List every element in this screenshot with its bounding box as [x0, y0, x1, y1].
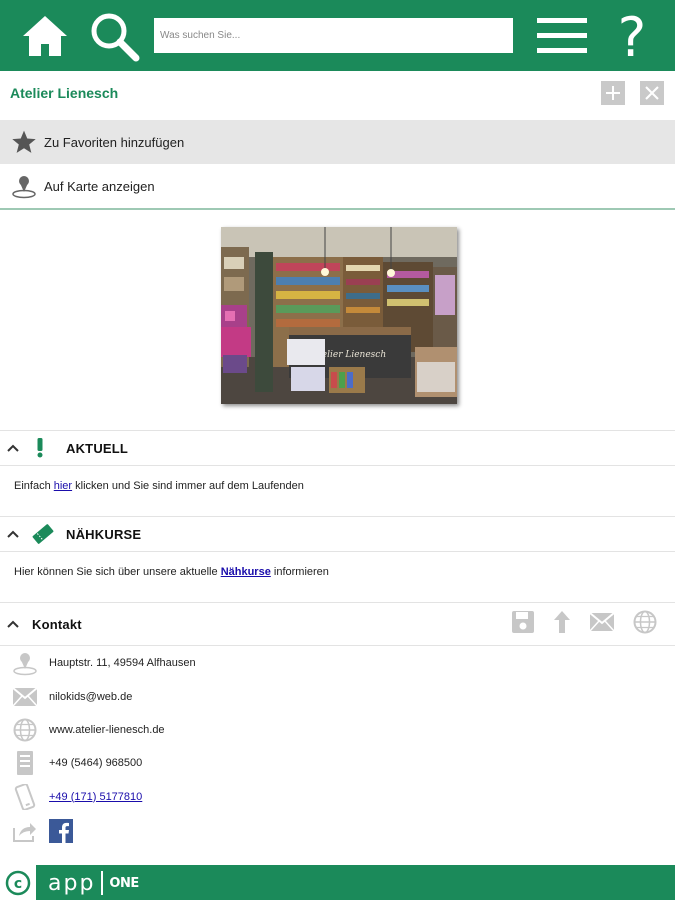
- brand-separator: [101, 871, 104, 895]
- star-icon: [11, 129, 37, 155]
- menu-icon[interactable]: [536, 10, 588, 62]
- search-input[interactable]: [154, 18, 513, 53]
- globe-icon[interactable]: [633, 610, 657, 639]
- chevron-up-icon: [6, 527, 20, 541]
- naehkurse-link[interactable]: Nähkurse: [221, 566, 271, 578]
- phone-icon: [12, 750, 38, 776]
- help-icon[interactable]: ?: [612, 10, 652, 62]
- title-bar: Atelier Lienesch: [0, 71, 675, 118]
- contact-mobile-row[interactable]: +49 (171) 5177810: [0, 780, 675, 813]
- exclamation-icon: [30, 438, 50, 458]
- map-pin-icon: [11, 173, 37, 199]
- globe-icon: [12, 717, 38, 743]
- share-icon[interactable]: [12, 818, 38, 844]
- copyright-icon: c: [5, 870, 31, 895]
- show-on-map-row[interactable]: Auf Karte anzeigen: [0, 164, 675, 208]
- naehkurse-section-header[interactable]: NÄHKURSE: [0, 516, 675, 552]
- aktuell-section-header[interactable]: AKTUELL: [0, 430, 675, 466]
- mail-icon: [12, 684, 38, 710]
- page-title: Atelier Lienesch: [10, 85, 119, 101]
- close-icon: [645, 86, 659, 100]
- aktuell-text-start: Einfach: [14, 480, 54, 492]
- shop-photo: Atelier Lienesch: [221, 227, 457, 404]
- aktuell-text-end: klicken und Sie sind immer auf dem Laufe…: [72, 480, 304, 492]
- appone-logo: app ONE: [48, 868, 139, 898]
- contact-phone: +49 (5464) 968500: [49, 756, 143, 769]
- home-icon[interactable]: [20, 10, 70, 62]
- ticket-icon: [30, 522, 56, 546]
- chevron-up-icon: [6, 617, 20, 631]
- chevron-up-icon: [6, 441, 20, 455]
- contact-website: www.atelier-lienesch.de: [49, 723, 165, 736]
- close-button[interactable]: [640, 81, 664, 105]
- kontakt-title: Kontakt: [32, 616, 82, 632]
- contact-email: nilokids@web.de: [49, 690, 133, 703]
- naehkurse-text-end: informieren: [270, 566, 329, 578]
- top-bar: ?: [0, 0, 675, 71]
- save-icon[interactable]: [511, 610, 535, 639]
- add-button[interactable]: [601, 81, 625, 105]
- kontakt-toolbar: [511, 603, 657, 645]
- search-icon[interactable]: [88, 10, 140, 62]
- facebook-icon[interactable]: [49, 818, 73, 843]
- map-pin-icon: [12, 650, 38, 676]
- contact-address: Hauptstr. 11, 49594 Alfhausen: [49, 656, 196, 669]
- aktuell-title: AKTUELL: [66, 440, 129, 456]
- add-to-favorites-label: Zu Favoriten hinzufügen: [44, 134, 185, 150]
- divider: [0, 208, 675, 210]
- contact-social-row: [0, 814, 675, 847]
- aktuell-text: Einfach hier klicken und Sie sind immer …: [14, 480, 304, 492]
- share-arrow-icon[interactable]: [553, 610, 571, 639]
- contact-address-row[interactable]: Hauptstr. 11, 49594 Alfhausen: [0, 646, 675, 679]
- mail-icon[interactable]: [589, 611, 615, 637]
- add-to-favorites-row[interactable]: Zu Favoriten hinzufügen: [0, 120, 675, 164]
- plus-icon: [606, 86, 620, 100]
- aktuell-link[interactable]: hier: [54, 480, 72, 492]
- naehkurse-text: Hier können Sie sich über unsere aktuell…: [14, 566, 329, 578]
- brand-app: app: [48, 870, 96, 896]
- mobile-phone-icon: [12, 783, 38, 810]
- naehkurse-text-start: Hier können Sie sich über unsere aktuell…: [14, 566, 221, 578]
- contact-website-row[interactable]: www.atelier-lienesch.de: [0, 713, 675, 746]
- footer: c app ONE: [0, 865, 675, 900]
- naehkurse-title: NÄHKURSE: [66, 526, 142, 542]
- show-on-map-label: Auf Karte anzeigen: [44, 178, 155, 194]
- contact-email-row[interactable]: nilokids@web.de: [0, 680, 675, 713]
- svg-text:?: ?: [618, 10, 647, 62]
- brand-one: ONE: [109, 875, 139, 891]
- svg-text:c: c: [14, 876, 22, 892]
- contact-phone-row[interactable]: +49 (5464) 968500: [0, 746, 675, 779]
- kontakt-section-header[interactable]: Kontakt: [0, 602, 675, 646]
- copyright-button[interactable]: c: [0, 865, 36, 900]
- contact-mobile-link[interactable]: +49 (171) 5177810: [49, 791, 142, 803]
